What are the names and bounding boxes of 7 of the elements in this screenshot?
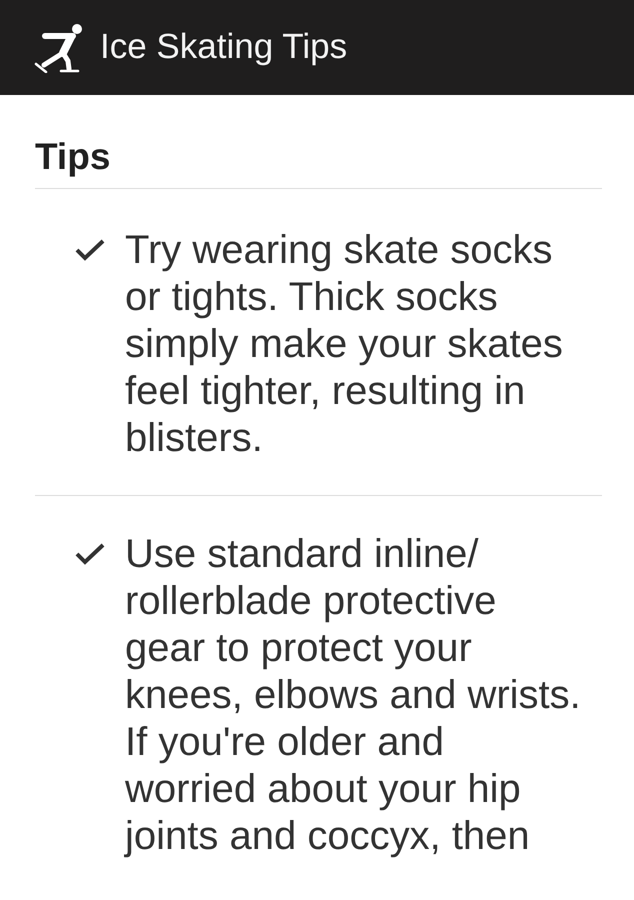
app-title: Ice Skating Tips [100, 28, 348, 67]
skater-icon [33, 22, 83, 72]
section-heading: Tips [35, 95, 602, 189]
check-icon [75, 542, 105, 566]
check-icon [75, 238, 105, 262]
tip-text: Try wearing skate socks or tights. Thick socks simply make your skates feel tighter, resulting in blisters. [125, 226, 564, 462]
tip-text: Use standard inline/rollerblade protective gear to protect your knees, elbows and wrists. If you're older and worried about your hip joints and coccyx, then [125, 530, 582, 860]
